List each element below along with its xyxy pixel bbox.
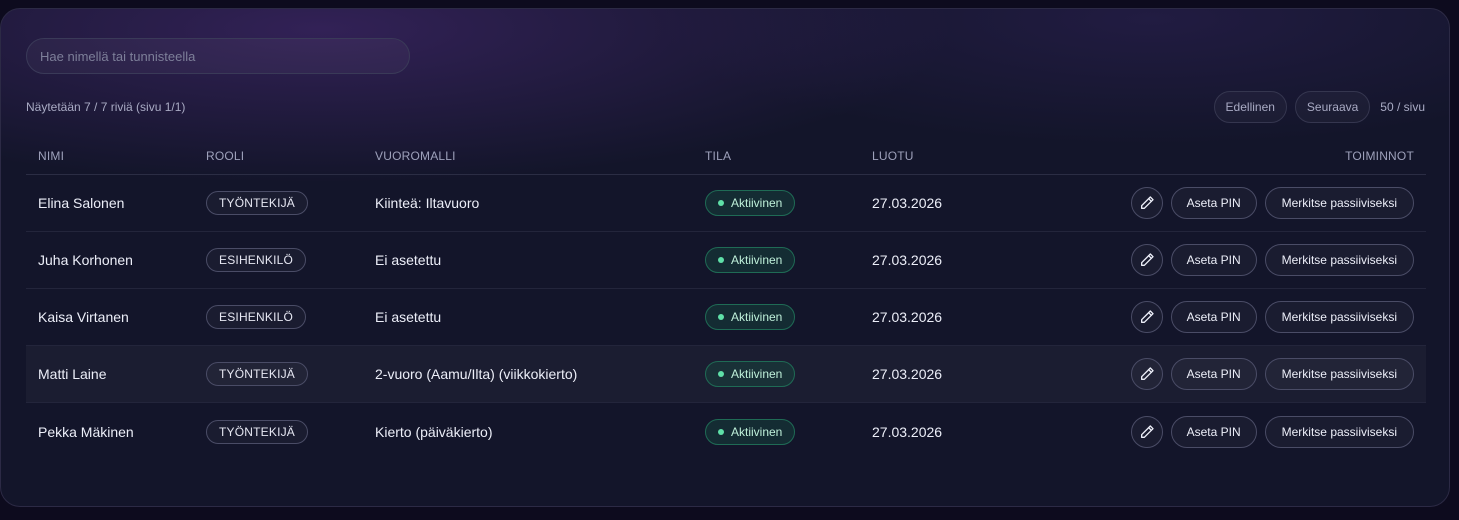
mark-passive-button[interactable]: Merkitse passiiviseksi bbox=[1264, 244, 1414, 276]
shift-pattern: Ei asetettu bbox=[375, 252, 442, 268]
status-label: Aktiivinen bbox=[731, 196, 783, 210]
table-header: NIMI ROOLI VUOROMALLI TILA LUOTU TOIMINN… bbox=[26, 137, 1426, 175]
set-pin-button[interactable]: Aseta PIN bbox=[1170, 244, 1257, 276]
column-header-actions: TOIMINNOT bbox=[1345, 148, 1414, 163]
mark-passive-button[interactable]: Merkitse passiiviseksi bbox=[1264, 415, 1414, 448]
table-row: Kaisa Virtanen ESIHENKILÖ Ei asetettu Ak… bbox=[26, 289, 1426, 346]
status-label: Aktiivinen bbox=[731, 367, 783, 381]
role-badge: ESIHENKILÖ bbox=[206, 305, 307, 329]
role-cell: ESIHENKILÖ bbox=[206, 248, 307, 272]
search-input[interactable] bbox=[26, 38, 410, 74]
created-date: 27.03.2026 bbox=[872, 252, 943, 268]
table-row: Elina Salonen TYÖNTEKIJÄ Kiinteä: Iltavu… bbox=[26, 175, 1426, 232]
created-date: 27.03.2026 bbox=[872, 366, 943, 382]
edit-button[interactable] bbox=[1130, 301, 1163, 333]
edit-button[interactable] bbox=[1130, 358, 1163, 390]
created-date: 27.03.2026 bbox=[872, 195, 943, 211]
status-badge: Aktiivinen bbox=[705, 361, 796, 387]
pencil-icon bbox=[1140, 253, 1154, 266]
role-cell: TYÖNTEKIJÄ bbox=[206, 191, 309, 215]
status-cell: Aktiivinen bbox=[705, 304, 796, 330]
set-pin-button[interactable]: Aseta PIN bbox=[1170, 301, 1257, 333]
mark-passive-button[interactable]: Merkitse passiiviseksi bbox=[1264, 301, 1414, 333]
status-dot-icon bbox=[718, 428, 724, 435]
next-page-button[interactable]: Seuraava bbox=[1294, 91, 1371, 123]
status-badge: Aktiivinen bbox=[705, 418, 796, 445]
status-label: Aktiivinen bbox=[731, 424, 783, 439]
status-label: Aktiivinen bbox=[731, 310, 783, 324]
set-pin-button[interactable]: Aseta PIN bbox=[1170, 358, 1257, 390]
shift-pattern: Ei asetettu bbox=[375, 309, 442, 325]
user-name: Pekka Mäkinen bbox=[38, 423, 134, 440]
table-row: Matti Laine TYÖNTEKIJÄ 2-vuoro (Aamu/Ilt… bbox=[26, 346, 1426, 403]
role-cell: TYÖNTEKIJÄ bbox=[206, 362, 309, 386]
user-name: Elina Salonen bbox=[38, 195, 125, 211]
table-body: Elina Salonen TYÖNTEKIJÄ Kiinteä: Iltavu… bbox=[26, 175, 1426, 460]
status-dot-icon bbox=[718, 314, 724, 320]
column-header-shift: VUOROMALLI bbox=[375, 148, 456, 163]
page-size-label: 50 / sivu bbox=[1380, 100, 1425, 114]
row-count-status: Näytetään 7 / 7 riviä (sivu 1/1) bbox=[26, 100, 186, 114]
shift-pattern: 2-vuoro (Aamu/Ilta) (viikkokierto) bbox=[375, 366, 578, 382]
table-row: Pekka Mäkinen TYÖNTEKIJÄ Kierto (päiväki… bbox=[26, 403, 1426, 460]
status-cell: Aktiivinen bbox=[705, 361, 796, 387]
status-badge: Aktiivinen bbox=[705, 190, 796, 216]
pencil-icon bbox=[1140, 196, 1154, 209]
status-dot-icon bbox=[718, 200, 724, 206]
role-cell: TYÖNTEKIJÄ bbox=[206, 419, 309, 444]
mark-passive-button[interactable]: Merkitse passiiviseksi bbox=[1264, 358, 1414, 390]
column-header-status: TILA bbox=[705, 148, 732, 163]
status-dot-icon bbox=[718, 371, 724, 377]
set-pin-button[interactable]: Aseta PIN bbox=[1170, 415, 1257, 448]
edit-button[interactable] bbox=[1130, 415, 1163, 448]
row-actions: Aseta PIN Merkitse passiiviseksi bbox=[1130, 301, 1414, 333]
users-panel: Näytetään 7 / 7 riviä (sivu 1/1) Edellin… bbox=[0, 8, 1450, 507]
previous-page-button[interactable]: Edellinen bbox=[1213, 91, 1287, 123]
shift-pattern: Kierto (päiväkierto) bbox=[375, 423, 493, 440]
pencil-icon bbox=[1140, 367, 1154, 380]
created-date: 27.03.2026 bbox=[872, 309, 943, 325]
role-cell: ESIHENKILÖ bbox=[206, 305, 307, 329]
column-header-role: ROOLI bbox=[206, 148, 245, 163]
user-name: Matti Laine bbox=[38, 366, 107, 382]
role-badge: TYÖNTEKIJÄ bbox=[206, 419, 309, 444]
pagination: Edellinen Seuraava 50 / sivu bbox=[1213, 91, 1425, 123]
row-actions: Aseta PIN Merkitse passiiviseksi bbox=[1130, 244, 1414, 276]
table-row: Juha Korhonen ESIHENKILÖ Ei asetettu Akt… bbox=[26, 232, 1426, 289]
status-label: Aktiivinen bbox=[731, 253, 783, 267]
role-badge: TYÖNTEKIJÄ bbox=[206, 191, 309, 215]
pencil-icon bbox=[1140, 424, 1154, 438]
status-dot-icon bbox=[718, 257, 724, 263]
mark-passive-button[interactable]: Merkitse passiiviseksi bbox=[1264, 187, 1414, 219]
user-name: Kaisa Virtanen bbox=[38, 309, 129, 325]
set-pin-button[interactable]: Aseta PIN bbox=[1170, 187, 1257, 219]
edit-button[interactable] bbox=[1130, 244, 1163, 276]
row-actions: Aseta PIN Merkitse passiiviseksi bbox=[1130, 358, 1414, 390]
status-badge: Aktiivinen bbox=[705, 247, 796, 273]
users-table: NIMI ROOLI VUOROMALLI TILA LUOTU TOIMINN… bbox=[26, 137, 1426, 460]
shift-pattern: Kiinteä: Iltavuoro bbox=[375, 195, 480, 211]
status-badge: Aktiivinen bbox=[705, 304, 796, 330]
row-actions: Aseta PIN Merkitse passiiviseksi bbox=[1130, 187, 1414, 219]
role-badge: TYÖNTEKIJÄ bbox=[206, 362, 309, 386]
column-header-name: NIMI bbox=[38, 148, 65, 163]
status-cell: Aktiivinen bbox=[705, 190, 796, 216]
user-name: Juha Korhonen bbox=[38, 252, 133, 268]
status-cell: Aktiivinen bbox=[705, 418, 796, 445]
created-date: 27.03.2026 bbox=[872, 423, 943, 440]
row-actions: Aseta PIN Merkitse passiiviseksi bbox=[1130, 415, 1414, 448]
status-cell: Aktiivinen bbox=[705, 247, 796, 273]
pencil-icon bbox=[1140, 310, 1154, 323]
column-header-created: LUOTU bbox=[872, 148, 914, 163]
edit-button[interactable] bbox=[1130, 187, 1163, 219]
role-badge: ESIHENKILÖ bbox=[206, 248, 307, 272]
